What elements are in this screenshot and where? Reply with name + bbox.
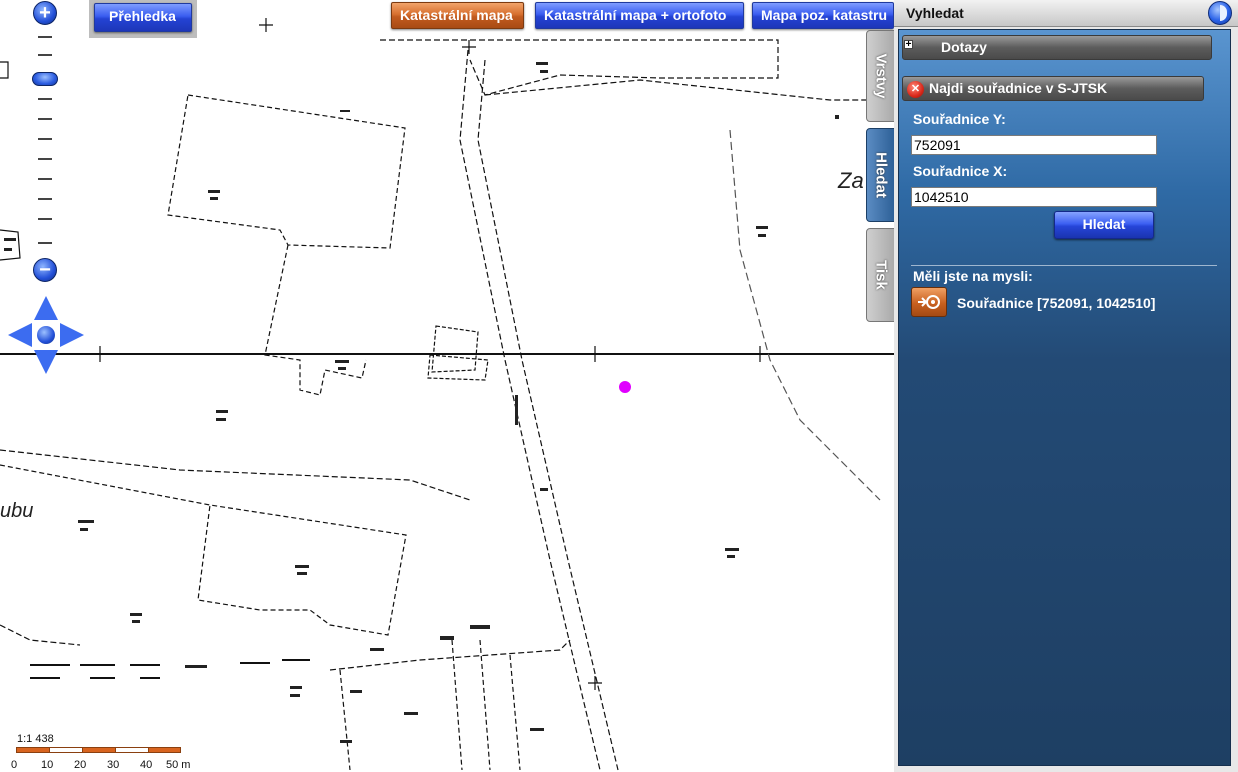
scale-segment (82, 747, 116, 753)
layer-button-land-map[interactable]: Mapa poz. katastru (752, 2, 894, 29)
scale-segment (115, 747, 149, 753)
panel-title: Vyhledat (906, 5, 964, 21)
expand-icon[interactable]: + (904, 40, 913, 50)
pan-left-icon[interactable] (8, 323, 32, 347)
target-icon (918, 295, 940, 309)
zoom-tick[interactable] (38, 178, 52, 180)
scale-bar (16, 747, 181, 754)
zoom-tick[interactable] (38, 138, 52, 140)
panel-body: Dotazy + ✕ Najdi souřadnice v S-JTSK Sou… (898, 29, 1231, 766)
zoom-in-button[interactable]: + (33, 1, 57, 25)
zoom-out-button[interactable]: − (33, 258, 57, 282)
locate-result-icon[interactable] (911, 287, 947, 317)
scale-ratio: 1:1 438 (17, 733, 54, 745)
did-you-mean-label: Měli jste na mysli: (913, 268, 1033, 284)
pan-down-icon[interactable] (34, 350, 58, 374)
tab-search[interactable]: Hledat (866, 128, 896, 222)
scale-tick-label: 10 (41, 759, 54, 771)
map-place-label: Za (838, 168, 864, 193)
scale-tick-label: 20 (74, 759, 87, 771)
zoom-tick[interactable] (38, 158, 52, 160)
divider (911, 265, 1217, 266)
result-link[interactable]: Souřadnice [752091, 1042510] (957, 295, 1155, 311)
search-button[interactable]: Hledat (1054, 211, 1154, 239)
layer-button-cadastral-ortho[interactable]: Katastrální mapa + ortofoto (535, 2, 744, 29)
tab-print[interactable]: Tisk (866, 228, 896, 322)
scale-tick-label: 0 (11, 759, 18, 771)
pan-up-icon[interactable] (34, 296, 58, 320)
scale-segment (49, 747, 83, 753)
map-place-label: ubu (0, 500, 34, 522)
zoom-tick[interactable] (38, 36, 52, 38)
zoom-tick[interactable] (38, 242, 52, 244)
tab-label: Hledat (872, 152, 890, 198)
tab-label: Vrstvy (872, 53, 890, 99)
zoom-tick[interactable] (38, 118, 52, 120)
pan-control (8, 296, 84, 374)
panel-header: Vyhledat (894, 0, 1238, 27)
coord-x-label: Souřadnice X: (913, 163, 1008, 179)
zoom-slider-handle[interactable] (32, 72, 58, 86)
coord-y-input[interactable] (911, 135, 1157, 155)
find-coords-section-bar[interactable]: ✕ Najdi souřadnice v S-JTSK (902, 76, 1204, 101)
layer-button-cadastral[interactable]: Katastrální mapa (391, 2, 524, 29)
scale-tick-label: 30 (107, 759, 120, 771)
map-drawing (0, 18, 894, 771)
zoom-tick[interactable] (38, 54, 52, 56)
search-panel: Vyhledat Dotazy + ✕ Najdi souřadnice v S… (894, 0, 1238, 772)
tab-layers[interactable]: Vrstvy (866, 30, 896, 122)
scale-tick-label: 40 (140, 759, 153, 771)
overview-button[interactable]: Přehledka (94, 3, 192, 32)
scale-segment (148, 747, 181, 753)
section-label: Dotazy (941, 39, 987, 55)
panel-collapse-icon[interactable] (1208, 1, 1232, 25)
pan-right-icon[interactable] (60, 323, 84, 347)
section-label: Najdi souřadnice v S-JTSK (929, 80, 1108, 96)
scale-tick-label: 50 m (166, 759, 191, 771)
tab-label: Tisk (872, 260, 890, 290)
pan-center-icon[interactable] (37, 326, 55, 344)
scale-segment (16, 747, 50, 753)
zoom-tick[interactable] (38, 198, 52, 200)
coord-x-input[interactable] (911, 187, 1157, 207)
queries-section-bar[interactable]: Dotazy (902, 35, 1212, 60)
cadastral-map[interactable]: Za ubu + − Přehledka Katastrální mapa Ka… (0, 0, 894, 772)
close-icon[interactable]: ✕ (907, 81, 924, 98)
search-result-marker (619, 381, 631, 393)
zoom-tick[interactable] (38, 98, 52, 100)
coord-y-label: Souřadnice Y: (913, 111, 1006, 127)
zoom-tick[interactable] (38, 218, 52, 220)
